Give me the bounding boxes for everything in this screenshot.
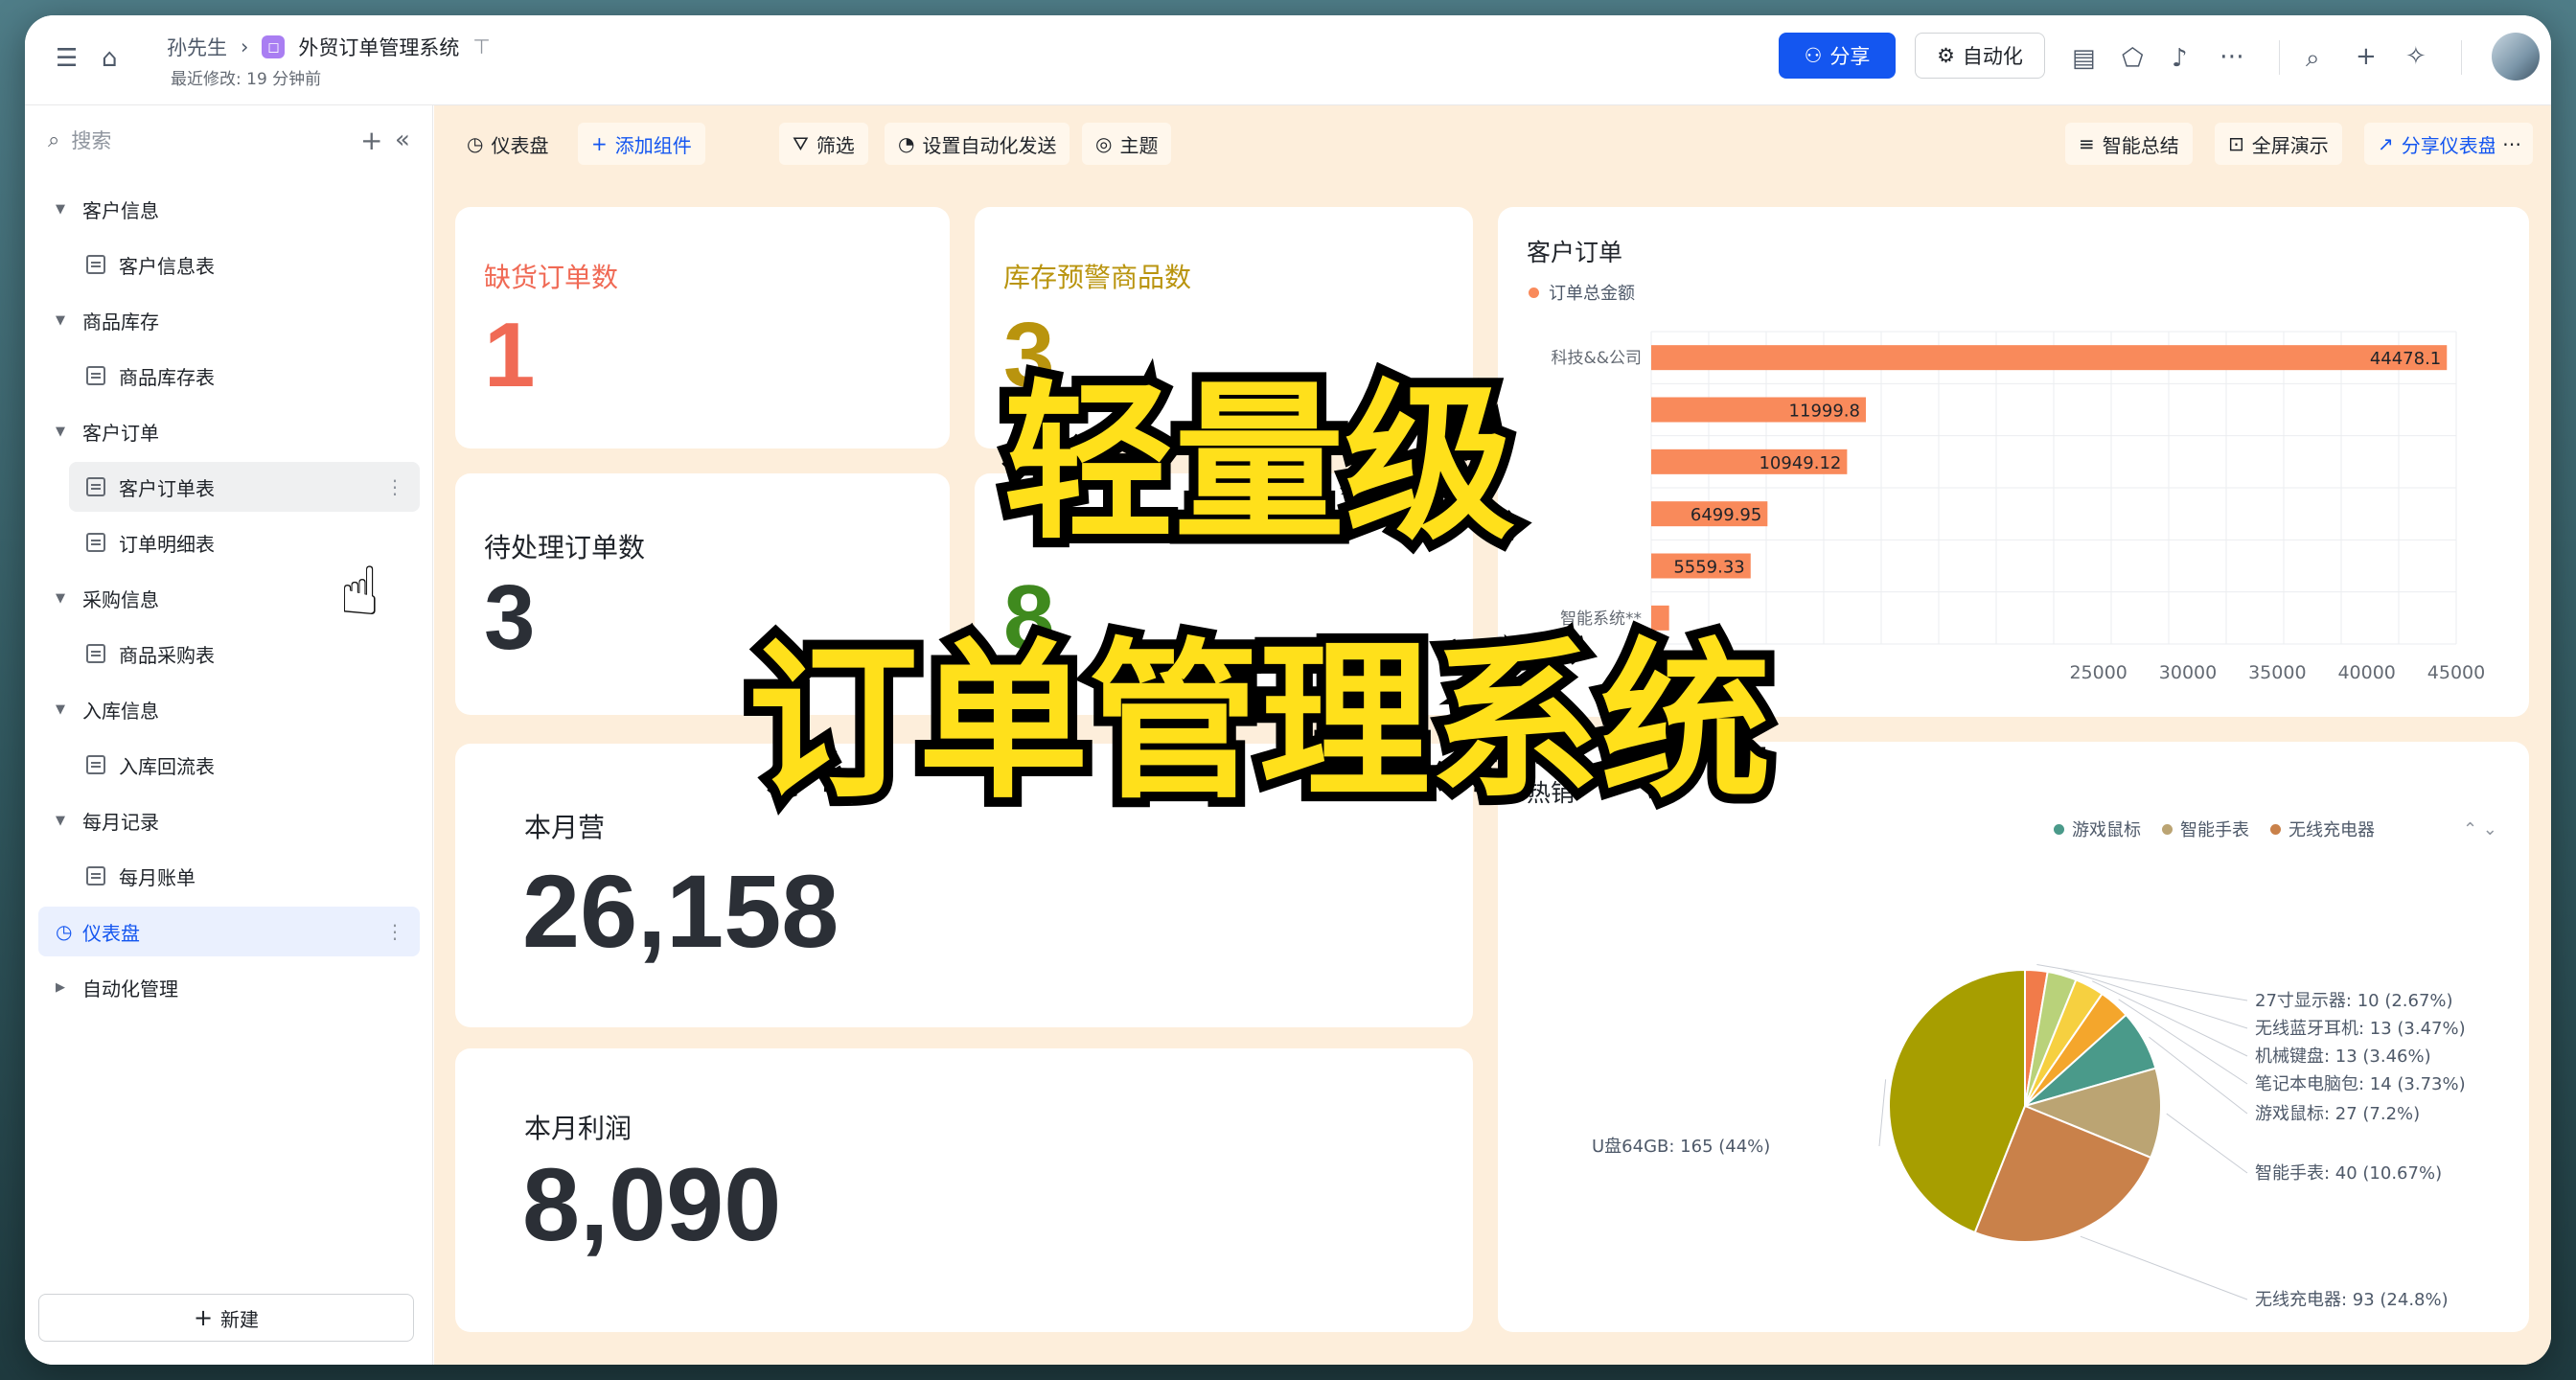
dashboard-icon: ◷ xyxy=(56,920,73,943)
collapse-icon[interactable]: « xyxy=(395,126,410,154)
pie-slice-label: 游戏鼠标: 27 (7.2%) xyxy=(2255,1104,2420,1124)
add-widget-button[interactable]: + 添加组件 xyxy=(578,123,705,165)
divider xyxy=(2279,40,2280,75)
overlay-title-line1: 轻量级 xyxy=(994,355,1525,572)
pie-leader-line xyxy=(2166,1113,2248,1174)
search-placeholder: 搜索 xyxy=(71,129,112,152)
plugin-icon[interactable]: ⬠ xyxy=(2122,44,2144,73)
search-icon[interactable]: ⌕ xyxy=(2306,44,2320,73)
plus-icon: + xyxy=(591,132,608,155)
share-icon: ↗ xyxy=(2378,132,2394,155)
sidebar-toggle-icon[interactable]: ☰ xyxy=(56,44,78,73)
plus-icon: + xyxy=(193,1304,214,1331)
metric-label: 本月利润 xyxy=(524,1113,632,1144)
metric-value: 26,158 xyxy=(522,853,840,969)
plus-icon[interactable]: + xyxy=(2356,42,2377,71)
filter-button[interactable]: ⛛ 筛选 xyxy=(779,123,868,165)
ai-summary-button[interactable]: ≡ 智能总结 xyxy=(2065,123,2193,165)
divider xyxy=(2461,40,2462,75)
add-icon[interactable]: + xyxy=(360,125,382,156)
app-title[interactable]: 外贸订单管理系统 xyxy=(298,33,459,61)
more-vertical-icon[interactable]: ⋮ xyxy=(385,920,404,943)
document-icon[interactable]: ▤ xyxy=(2072,44,2096,73)
robot-icon: ⚙ xyxy=(1937,44,1955,67)
dashboard-tab[interactable]: ◷ 仪表盘 xyxy=(453,123,562,165)
sidebar-group[interactable]: ▼ 客户信息 xyxy=(38,184,420,234)
metric-card-monthly-profit[interactable]: 本月利润 8,090 xyxy=(455,1048,1473,1332)
sidebar-group[interactable]: ▶ 自动化管理 xyxy=(38,962,420,1012)
metric-label: 缺货订单数 xyxy=(484,262,619,293)
caret-down-icon: ▼ xyxy=(56,201,65,217)
pie-leader-line xyxy=(1878,1079,1887,1147)
pie-slice-label: 无线充电器: 93 (24.8%) xyxy=(2255,1290,2449,1310)
pie-slice-label: U盘64GB: 165 (44%) xyxy=(1592,1137,1770,1157)
metric-value: 8,090 xyxy=(522,1146,782,1262)
pie-slice-label: 智能手表: 40 (10.67%) xyxy=(2255,1163,2442,1184)
last-modified: 最近修改: 19 分钟前 xyxy=(171,70,322,89)
table-icon xyxy=(86,866,105,886)
fullscreen-button[interactable]: ⊡ 全屏演示 xyxy=(2215,123,2342,165)
bell-icon[interactable]: ♪ xyxy=(2172,44,2188,73)
dashboard-toolbar: ◷ 仪表盘 + 添加组件 ⛛ 筛选 ◔ 设置自动化发送 ◎ 主题 ≡ 智能总结 xyxy=(453,123,2533,169)
sidebar-search[interactable]: ⌕ 搜索 + « xyxy=(48,121,412,159)
share-dashboard-button[interactable]: ↗ 分享仪表盘 xyxy=(2364,123,2511,165)
more-button[interactable]: ⋯ xyxy=(2495,123,2533,165)
chevron-right-icon: › xyxy=(241,35,249,58)
pie-slice-label: 无线蓝牙耳机: 13 (3.47%) xyxy=(2255,1019,2466,1039)
sparkle-icon[interactable]: ✧ xyxy=(2405,42,2426,71)
search-icon: ⌕ xyxy=(48,127,60,152)
metric-label: 库存预警商品数 xyxy=(1003,262,1192,293)
share-button[interactable]: ⚇ 分享 xyxy=(1779,33,1896,79)
pie-leader-line xyxy=(2080,1235,2248,1300)
presentation-icon: ⊡ xyxy=(2228,132,2244,155)
filter-icon: ⛛ xyxy=(793,132,809,155)
auto-send-button[interactable]: ◔ 设置自动化发送 xyxy=(885,123,1070,165)
more-icon: ⋯ xyxy=(2502,132,2521,155)
clock-icon: ◔ xyxy=(898,132,915,155)
theme-button[interactable]: ◎ 主题 xyxy=(1082,123,1172,165)
sidebar-item-dashboard[interactable]: ◷ 仪表盘 ⋮ xyxy=(38,907,420,956)
pie-slice-label: 笔记本电脑包: 14 (3.73%) xyxy=(2255,1074,2466,1094)
new-button[interactable]: + 新建 xyxy=(38,1294,414,1342)
pie-slice-label: 机械键盘: 13 (3.46%) xyxy=(2255,1046,2431,1067)
sidebar-item[interactable]: 每月账单 xyxy=(69,851,420,901)
sidebar-item[interactable]: 客户信息表 xyxy=(69,240,420,289)
palette-icon: ◎ xyxy=(1095,132,1113,155)
more-icon[interactable]: ⋯ xyxy=(2220,42,2244,71)
app-icon: ◻ xyxy=(262,35,286,58)
table-icon xyxy=(86,255,105,274)
caret-right-icon: ▶ xyxy=(56,979,65,995)
pin-icon[interactable]: ⊤ xyxy=(472,35,490,58)
dashboard-icon: ◷ xyxy=(467,132,484,155)
automation-button[interactable]: ⚙ 自动化 xyxy=(1915,33,2045,79)
top-bar: ☰ ⌂ 孙先生 › ◻ 外贸订单管理系统 ⊤ 最近修改: 19 分钟前 ⚇ 分享… xyxy=(25,15,2551,105)
pie-slice-label: 27寸显示器: 10 (2.67%) xyxy=(2255,991,2453,1011)
breadcrumb-user[interactable]: 孙先生 xyxy=(167,33,227,61)
home-icon[interactable]: ⌂ xyxy=(102,44,118,73)
overlay-title-line2: 订单管理系统 xyxy=(738,613,1781,831)
breadcrumb: 孙先生 › ◻ 外贸订单管理系统 ⊤ xyxy=(167,33,491,61)
list-icon: ≡ xyxy=(2079,132,2095,155)
avatar[interactable] xyxy=(2492,33,2540,80)
user-share-icon: ⚇ xyxy=(1804,44,1823,67)
